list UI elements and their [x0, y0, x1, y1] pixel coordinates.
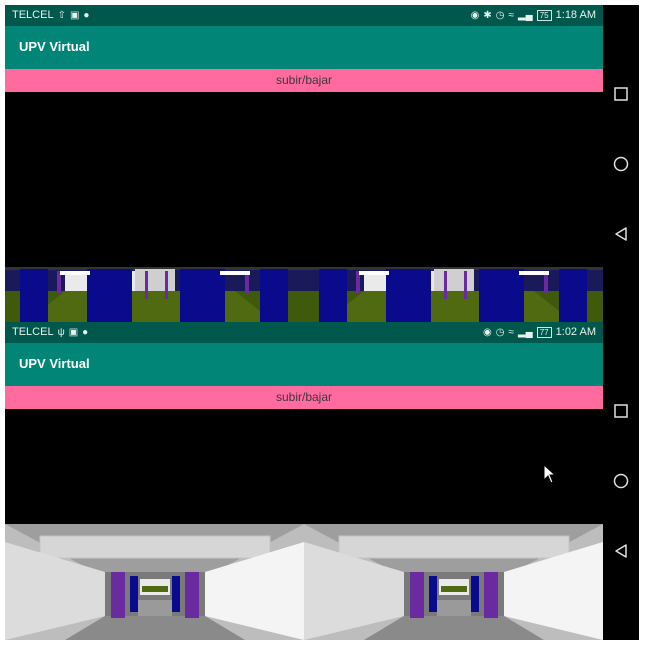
recents-icon[interactable] [612, 402, 630, 420]
app-title: UPV Virtual [19, 356, 90, 371]
screenshot-bottom: TELCEL ψ ▣ ● ◉ ◷ ≈ ▂▄ 77 1:02 AM UPV Vir… [5, 322, 639, 640]
alarm-icon: ◷ [495, 10, 505, 21]
app-bar: UPV Virtual [5, 343, 603, 386]
status-bar: TELCEL ⇧ ▣ ● ◉ ✱ ◷ ≈ ▂▄ 75 1:18 AM [5, 5, 603, 26]
nav-bar [603, 322, 639, 640]
location-icon: ● [83, 10, 90, 21]
image-icon: ▣ [68, 327, 79, 338]
headset-icon: ◉ [470, 10, 480, 21]
back-icon[interactable] [612, 225, 630, 243]
recents-icon[interactable] [612, 85, 630, 103]
carrier-label: TELCEL [12, 9, 54, 21]
bluetooth-icon: ✱ [483, 10, 492, 21]
vr-right-eye [304, 261, 603, 323]
app-title: UPV Virtual [19, 39, 90, 54]
alarm-icon: ◷ [495, 327, 505, 338]
home-icon[interactable] [612, 472, 630, 490]
signal-icon: ▂▄ [517, 10, 533, 21]
wifi-icon: ≈ [508, 327, 514, 338]
mouse-cursor-icon [543, 464, 557, 484]
nav-bar [603, 5, 639, 323]
vr-left-eye [5, 261, 304, 323]
carrier-label: TELCEL [12, 326, 54, 338]
status-bar: TELCEL ψ ▣ ● ◉ ◷ ≈ ▂▄ 77 1:02 AM [5, 322, 603, 343]
wifi-icon: ≈ [508, 10, 514, 21]
toggle-level-button[interactable]: subir/bajar [5, 69, 603, 92]
home-icon[interactable] [612, 155, 630, 173]
clock: 1:02 AM [555, 326, 596, 338]
app-bar: UPV Virtual [5, 26, 603, 69]
app-screen: TELCEL ⇧ ▣ ● ◉ ✱ ◷ ≈ ▂▄ 75 1:18 AM UPV V… [5, 5, 603, 323]
screenshot-top: TELCEL ⇧ ▣ ● ◉ ✱ ◷ ≈ ▂▄ 75 1:18 AM UPV V… [5, 5, 639, 323]
usb-icon: ψ [57, 327, 65, 338]
location-icon: ● [82, 327, 89, 338]
vr-stereo-view[interactable] [5, 524, 603, 640]
signal-icon: ▂▄ [517, 327, 533, 338]
vr-left-eye [5, 524, 304, 640]
image-icon: ▣ [69, 10, 80, 21]
vr-stereo-view[interactable] [5, 261, 603, 323]
clock: 1:18 AM [555, 9, 596, 21]
battery-indicator: 75 [536, 10, 552, 21]
toggle-level-button[interactable]: subir/bajar [5, 386, 603, 409]
vr-right-eye [304, 524, 603, 640]
battery-indicator: 77 [536, 327, 552, 338]
app-screen: TELCEL ψ ▣ ● ◉ ◷ ≈ ▂▄ 77 1:02 AM UPV Vir… [5, 322, 603, 640]
back-icon[interactable] [612, 542, 630, 560]
headset-icon: ◉ [482, 327, 492, 338]
upload-icon: ⇧ [57, 10, 66, 21]
